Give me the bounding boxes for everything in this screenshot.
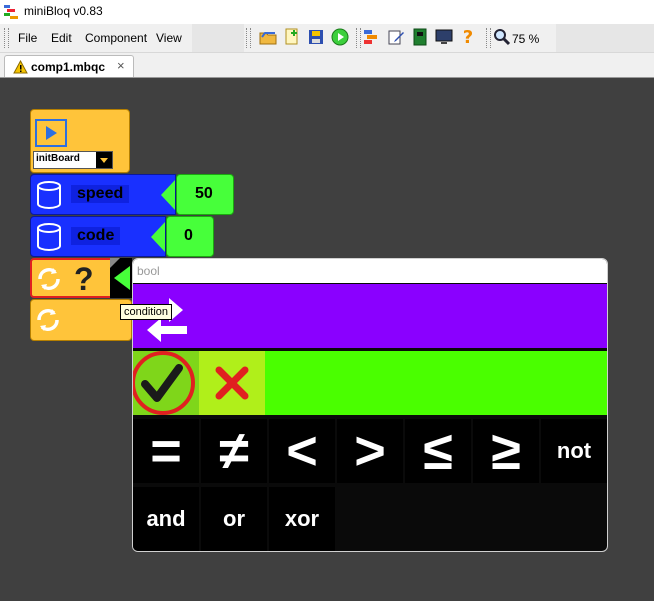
constant-row xyxy=(133,351,607,415)
if-block[interactable]: ? xyxy=(30,258,132,298)
connector-notch-icon xyxy=(151,222,165,252)
menu-component[interactable]: Component xyxy=(82,30,150,46)
popup-header: bool xyxy=(133,259,607,283)
zoom-level[interactable]: 75 % xyxy=(512,32,539,46)
check-icon xyxy=(133,351,195,415)
blocks-icon[interactable] xyxy=(362,27,382,47)
popup-title: bool xyxy=(137,264,160,278)
monitor-icon[interactable] xyxy=(434,27,454,47)
variable-value-speed: 50 xyxy=(195,185,213,202)
toolbar-grip[interactable] xyxy=(246,28,251,48)
loop-block[interactable] xyxy=(30,299,132,341)
false-button[interactable] xyxy=(199,351,265,415)
play-icon[interactable] xyxy=(35,119,67,147)
database-icon xyxy=(37,223,61,252)
loop-icon xyxy=(38,267,60,291)
menu-view[interactable]: View xyxy=(153,30,185,46)
tab-comp1[interactable]: comp1.mbqc × xyxy=(4,55,134,79)
init-select[interactable]: initBoard xyxy=(33,151,113,169)
menu-edit[interactable]: Edit xyxy=(48,30,75,46)
cross-icon xyxy=(215,366,249,400)
bool-picker-popup: bool = ≠ < > ≤ ≥ not and or xor xyxy=(132,258,608,552)
toolbar-spacer xyxy=(556,24,654,52)
variable-row xyxy=(133,284,607,348)
folder-open-icon[interactable] xyxy=(258,27,278,47)
title-bar: miniBloq v0.83 xyxy=(0,0,654,24)
zoom-icon[interactable] xyxy=(492,27,512,47)
variable-name-code: code xyxy=(71,227,121,245)
help-icon[interactable]: ? xyxy=(458,27,478,48)
toolbar-grip-2[interactable] xyxy=(356,28,361,48)
true-button[interactable] xyxy=(133,351,199,415)
loop-icon xyxy=(37,308,59,332)
condition-placeholder: ? xyxy=(74,261,94,297)
not-operator-button[interactable]: not xyxy=(541,419,607,483)
toolbar-grip-3[interactable] xyxy=(486,28,491,48)
variable-block-speed[interactable]: speed xyxy=(30,174,176,215)
app-logo-icon xyxy=(4,5,18,19)
tab-title: comp1.mbqc xyxy=(31,60,106,74)
window-title: miniBloq v0.83 xyxy=(24,4,103,18)
xor-operator-button[interactable]: xor xyxy=(269,487,335,551)
greater-than-operator-button[interactable]: > xyxy=(337,419,403,483)
run-icon[interactable] xyxy=(330,27,350,47)
less-than-operator-button[interactable]: < xyxy=(269,419,335,483)
dropdown-arrow-icon[interactable] xyxy=(96,152,112,168)
menu-file[interactable]: File xyxy=(15,30,40,46)
menu-spacer xyxy=(192,24,244,52)
and-operator-button[interactable]: and xyxy=(133,487,199,551)
variable-block-code[interactable]: code xyxy=(30,216,166,257)
tab-bar: comp1.mbqc × xyxy=(0,53,654,79)
warning-icon xyxy=(13,60,28,74)
condition-socket[interactable] xyxy=(110,258,132,298)
equal-operator-button[interactable]: = xyxy=(133,419,199,483)
close-icon[interactable]: × xyxy=(117,58,125,73)
condition-tooltip: condition xyxy=(120,304,173,320)
menu-toolbar-row: File Edit Component View ? 75 % xyxy=(0,24,654,53)
edit-icon[interactable] xyxy=(386,27,406,47)
menu-grip[interactable] xyxy=(4,28,9,48)
variable-value-code: 0 xyxy=(184,227,193,244)
init-select-value: initBoard xyxy=(36,153,80,164)
or-operator-button[interactable]: or xyxy=(201,487,267,551)
database-icon xyxy=(37,181,61,210)
not-equal-operator-button[interactable]: ≠ xyxy=(201,419,267,483)
less-equal-operator-button[interactable]: ≤ xyxy=(405,419,471,483)
save-icon[interactable] xyxy=(306,27,326,47)
value-block-speed[interactable]: 50 xyxy=(176,174,234,215)
init-board-block[interactable]: initBoard xyxy=(30,109,130,173)
variable-name-speed: speed xyxy=(71,185,130,203)
new-file-icon[interactable] xyxy=(282,27,302,47)
greater-equal-operator-button[interactable]: ≥ xyxy=(473,419,539,483)
connector-notch-icon xyxy=(161,180,175,210)
value-block-code[interactable]: 0 xyxy=(166,216,214,257)
board-icon[interactable] xyxy=(410,27,430,47)
